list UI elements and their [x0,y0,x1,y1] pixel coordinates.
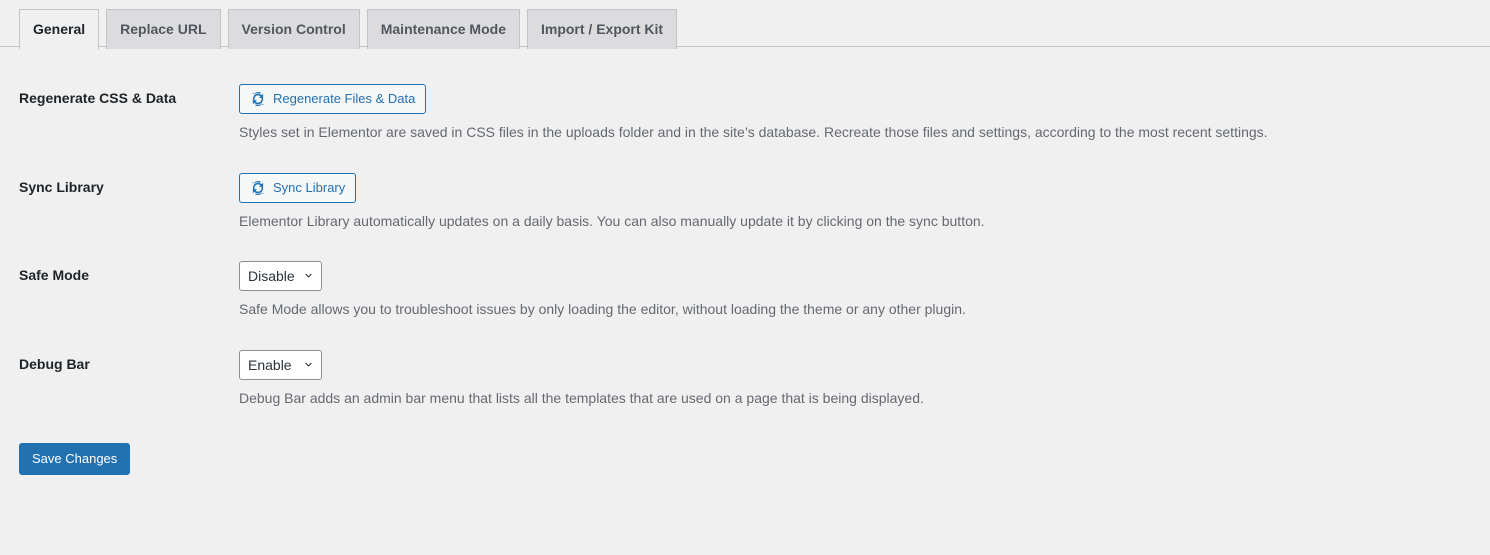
field-safe-mode: Disable Enable Safe Mode allows you to t… [239,246,1470,335]
update-sync-icon [250,91,266,107]
debug-bar-select[interactable]: Disable Enable [239,350,322,380]
tab-maintenance-mode[interactable]: Maintenance Mode [367,9,520,49]
settings-tab-bar: General Replace URL Version Control Main… [0,0,1490,47]
row-debug-bar: Debug Bar Disable Enable Debug B [19,335,1470,424]
debug-bar-description: Debug Bar adds an admin bar menu that li… [239,389,1460,409]
row-regenerate-css-data: Regenerate CSS & Data Regenerate Files &… [19,69,1470,158]
sync-library-button[interactable]: Sync Library [239,173,356,203]
tab-version-control[interactable]: Version Control [228,9,360,49]
label-safe-mode: Safe Mode [19,246,239,335]
label-regenerate-css-data: Regenerate CSS & Data [19,69,239,158]
tab-general[interactable]: General [19,9,99,50]
submit-area: Save Changes [19,423,1470,475]
tab-replace-url[interactable]: Replace URL [106,9,220,49]
field-regenerate-css-data: Regenerate Files & Data Styles set in El… [239,69,1470,158]
sync-library-description: Elementor Library automatically updates … [239,212,1460,232]
regenerate-description: Styles set in Elementor are saved in CSS… [239,123,1460,143]
safe-mode-description: Safe Mode allows you to troubleshoot iss… [239,300,1460,320]
save-changes-button[interactable]: Save Changes [19,443,130,475]
update-sync-icon [250,180,266,196]
safe-mode-select-wrapper: Disable Enable [239,261,322,291]
label-debug-bar: Debug Bar [19,335,239,424]
general-settings-form: Regenerate CSS & Data Regenerate Files &… [0,69,1490,475]
settings-table: Regenerate CSS & Data Regenerate Files &… [19,69,1470,423]
sync-library-button-label: Sync Library [273,174,345,202]
row-sync-library: Sync Library Sync Library [19,158,1470,247]
regenerate-files-button[interactable]: Regenerate Files & Data [239,84,426,114]
row-safe-mode: Safe Mode Disable Enable Safe Mo [19,246,1470,335]
label-sync-library: Sync Library [19,158,239,247]
field-sync-library: Sync Library Elementor Library automatic… [239,158,1470,247]
debug-bar-select-wrapper: Disable Enable [239,350,322,380]
safe-mode-select[interactable]: Disable Enable [239,261,322,291]
tab-import-export-kit[interactable]: Import / Export Kit [527,9,677,49]
regenerate-files-button-label: Regenerate Files & Data [273,85,415,113]
field-debug-bar: Disable Enable Debug Bar adds an admin b… [239,335,1470,424]
